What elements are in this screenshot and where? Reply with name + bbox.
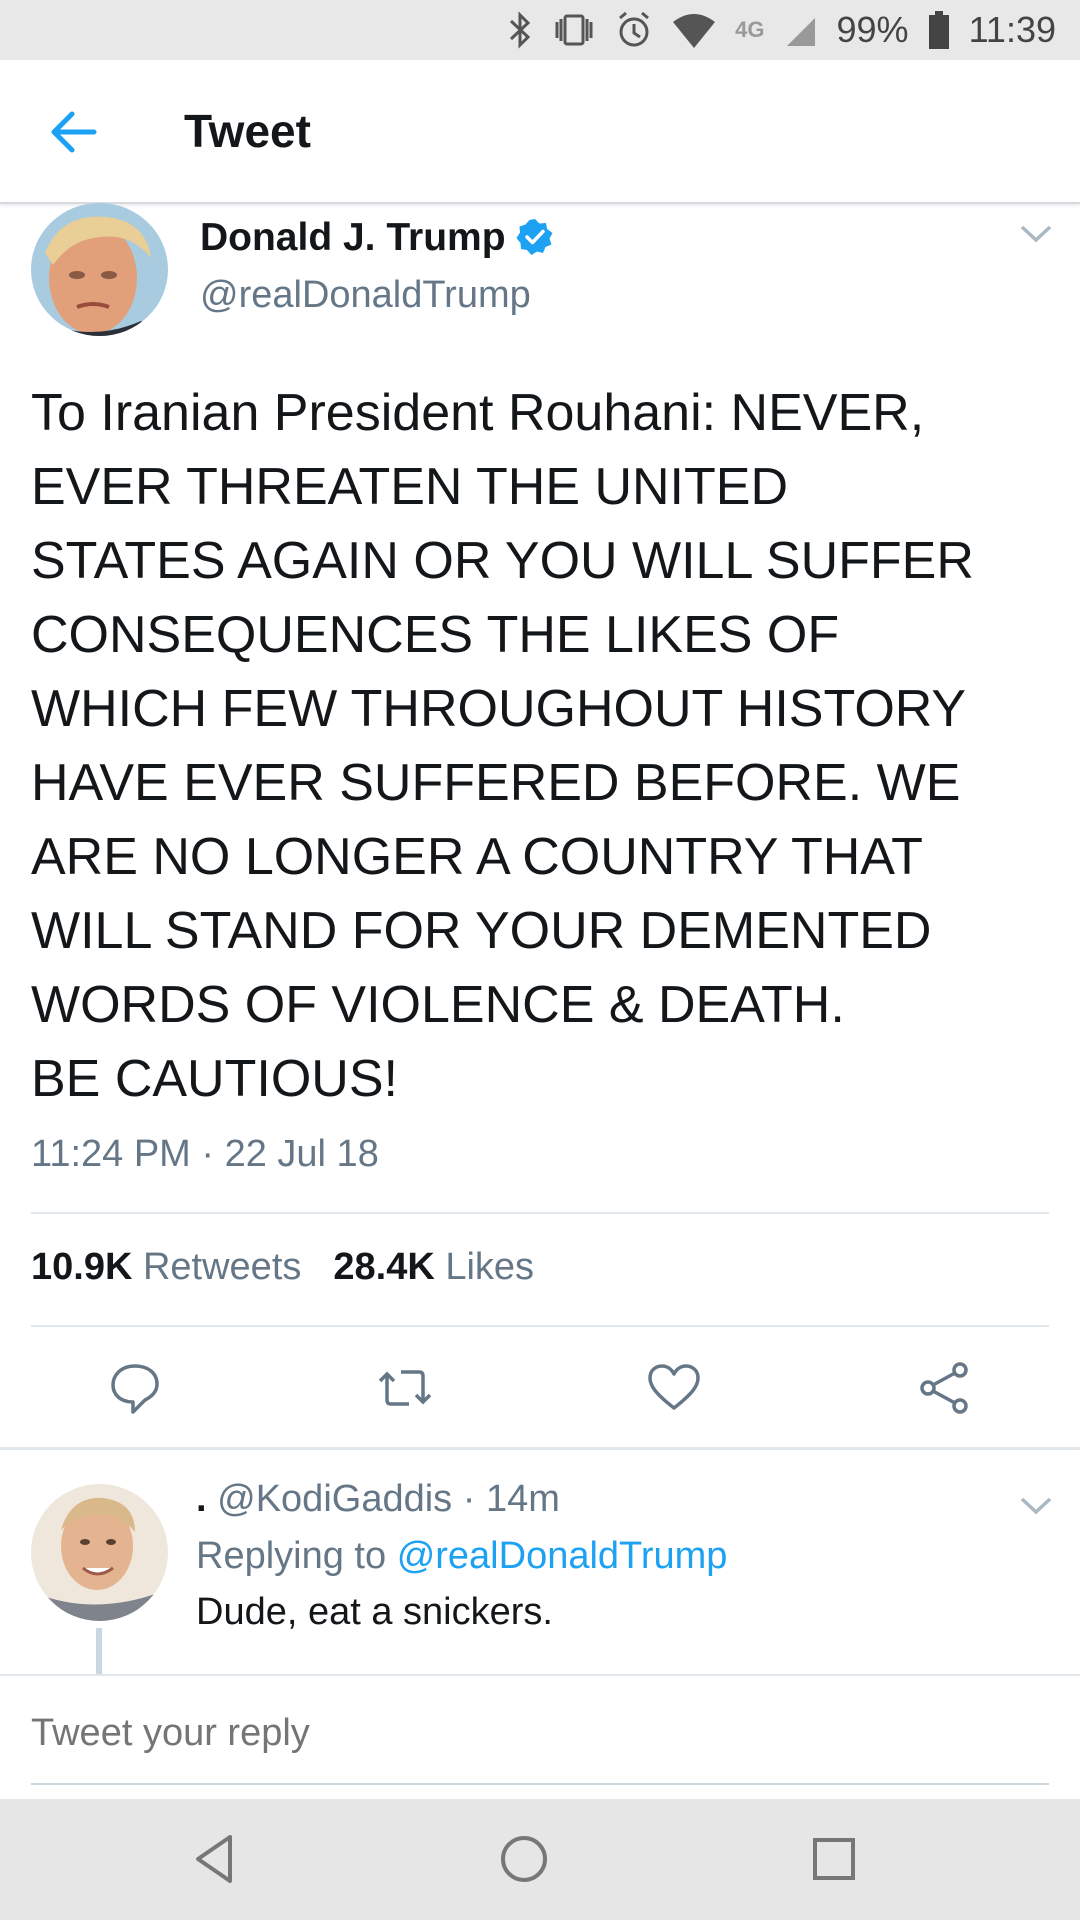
tweet-text-line: CONSEQUENCES THE LIKES OF (31, 606, 840, 664)
reply-input[interactable] (31, 1712, 1049, 1755)
system-navigation-bar (0, 1799, 1080, 1920)
tweet-text-line: WILL STAND FOR YOUR DEMENTED (31, 902, 932, 960)
replying-to-mention-link[interactable]: @realDonaldTrump (397, 1535, 728, 1577)
battery-percentage: 99% (836, 9, 909, 50)
back-arrow-icon (51, 111, 97, 153)
status-icons: 4G 99% 11:39 (507, 0, 1056, 60)
likes-stat[interactable]: 28.4K Likes (333, 1246, 534, 1289)
reply-time: · 14m (462, 1478, 560, 1520)
reply-author-avatar[interactable] (31, 1484, 168, 1621)
author-name[interactable]: Donald J. Trump (200, 216, 506, 260)
alarm-icon (619, 11, 650, 47)
tweet-text-line: BE CAUTIOUS! (31, 1050, 398, 1108)
retweets-stat[interactable]: 10.9K Retweets (31, 1246, 301, 1289)
nav-home-icon[interactable] (492, 1827, 556, 1891)
reply-meta: . @KodiGaddis · 14m (196, 1478, 560, 1521)
reply-text: Dude, eat a snickers. (196, 1591, 553, 1633)
verified-badge-icon (516, 219, 553, 255)
author-avatar[interactable] (31, 203, 168, 336)
signal-icon (786, 18, 815, 46)
retweets-label: Retweets (142, 1246, 302, 1288)
tweet-text-line: To Iranian President Rouhani: NEVER, (31, 384, 925, 442)
reply-author-handle[interactable]: @KodiGaddis (217, 1478, 452, 1520)
reply-author-name[interactable]: . (196, 1478, 207, 1520)
reply-input-underline (31, 1783, 1049, 1785)
reply-avatar-photo (31, 1484, 168, 1621)
reply-icon[interactable] (107, 1360, 163, 1416)
network-type-label: 4G (735, 17, 765, 42)
retweets-count: 10.9K (31, 1246, 133, 1288)
likes-count: 28.4K (333, 1246, 435, 1288)
replying-to-line: Replying to @realDonaldTrump (196, 1535, 727, 1578)
chevron-down-icon[interactable] (1018, 1494, 1054, 1518)
bluetooth-icon (510, 11, 531, 49)
tweet-text-line: WHICH FEW THROUGHOUT HISTORY (31, 680, 967, 738)
vibrate-icon (555, 14, 593, 46)
tweet-stats: 10.9K Retweets 28.4K Likes (31, 1246, 534, 1289)
avatar-photo (31, 203, 168, 336)
status-bar: 4G 99% 11:39 (0, 0, 1080, 60)
app-header: Tweet (0, 60, 1080, 204)
tweet-text: To Iranian President Rouhani: NEVER, EVE… (31, 376, 1051, 1116)
section-separator (0, 1447, 1080, 1450)
wifi-icon (673, 14, 716, 48)
replying-to-label: Replying to (196, 1535, 387, 1577)
share-icon[interactable] (916, 1360, 972, 1416)
back-button[interactable] (44, 104, 104, 160)
likes-label: Likes (445, 1246, 535, 1288)
author-handle[interactable]: @realDonaldTrump (200, 274, 531, 317)
tweet-text-line: STATES AGAIN OR YOU WILL SUFFER (31, 532, 974, 590)
page-title: Tweet (184, 105, 311, 157)
reply-composer (0, 1674, 1080, 1799)
thread-connector-line (96, 1628, 102, 1676)
divider (31, 1212, 1049, 1214)
chevron-down-icon[interactable] (1018, 222, 1054, 246)
like-heart-icon[interactable] (646, 1360, 702, 1416)
nav-recents-icon[interactable] (802, 1827, 866, 1891)
battery-icon (928, 11, 949, 49)
tweet-text-line: WORDS OF VIOLENCE & DEATH. (31, 976, 845, 1034)
tweet-text-line: ARE NO LONGER A COUNTRY THAT (31, 828, 923, 886)
tweet-timestamp: 11:24 PM · 22 Jul 18 (31, 1133, 379, 1175)
clock: 11:39 (968, 9, 1056, 50)
tweet-text-line: EVER THREATEN THE UNITED (31, 458, 788, 516)
tweet-text-line: HAVE EVER SUFFERED BEFORE. WE (31, 754, 961, 812)
retweet-icon[interactable] (377, 1360, 433, 1416)
divider (31, 1325, 1049, 1327)
nav-back-icon[interactable] (184, 1827, 248, 1891)
